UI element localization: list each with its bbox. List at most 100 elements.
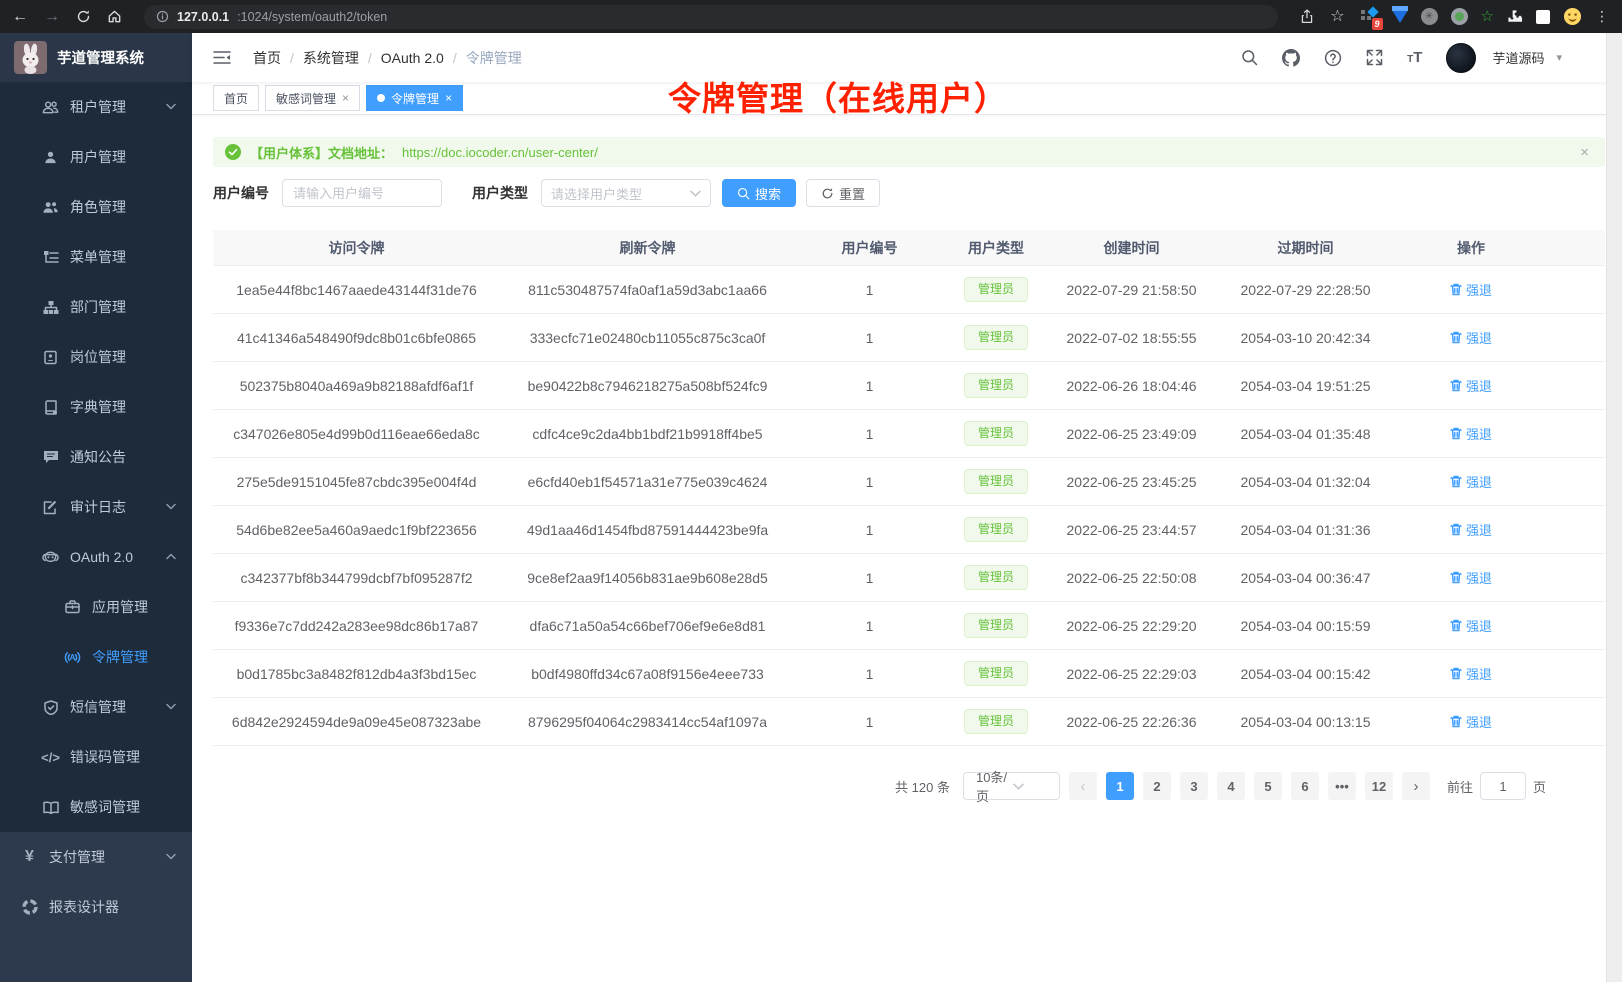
close-icon[interactable]: × bbox=[1580, 144, 1589, 161]
broadcast-a-icon: A bbox=[64, 651, 81, 664]
force-logout-button[interactable]: 强退 bbox=[1450, 280, 1492, 299]
search-button[interactable]: 搜索 bbox=[722, 179, 796, 207]
trash-icon bbox=[1450, 283, 1462, 296]
help-icon[interactable] bbox=[1316, 49, 1350, 67]
user-id: 1 bbox=[795, 714, 944, 730]
tab-home[interactable]: 首页 bbox=[213, 85, 259, 111]
sidebar-item-errcode[interactable]: </> 错误码管理 bbox=[0, 732, 192, 782]
fullscreen-icon[interactable] bbox=[1358, 49, 1391, 66]
page-scrollbar[interactable] bbox=[1606, 33, 1622, 982]
force-logout-button[interactable]: 强退 bbox=[1450, 616, 1492, 635]
page-button[interactable]: 4 bbox=[1217, 772, 1245, 800]
breadcrumb-separator: / bbox=[368, 50, 372, 66]
page-button[interactable]: 6 bbox=[1291, 772, 1319, 800]
force-logout-button[interactable]: 强退 bbox=[1450, 568, 1492, 587]
site-info-icon[interactable] bbox=[156, 10, 169, 23]
breadcrumb-system[interactable]: 系统管理 bbox=[303, 48, 359, 68]
page-button[interactable]: 12 bbox=[1365, 772, 1393, 800]
extension-badge: 9 bbox=[1372, 18, 1383, 30]
expire-time: 2054-03-04 00:15:42 bbox=[1215, 666, 1396, 682]
sidebar-item-dict[interactable]: 字典管理 bbox=[0, 382, 192, 432]
sidebar-item-notice[interactable]: 通知公告 bbox=[0, 432, 192, 482]
back-icon[interactable]: ← bbox=[12, 9, 28, 25]
bookmark-star-icon[interactable]: ☆ bbox=[1330, 9, 1344, 25]
force-logout-button[interactable]: 强退 bbox=[1450, 664, 1492, 683]
sidebar-item-oauth-token[interactable]: A 令牌管理 bbox=[0, 632, 192, 682]
gray-extension-icon[interactable]: ✳ bbox=[1421, 8, 1438, 25]
url-bar[interactable]: 127.0.0.1:1024/system/oauth2/token bbox=[144, 5, 1278, 29]
close-icon[interactable]: × bbox=[342, 91, 349, 105]
browser-menu-icon[interactable]: ⋮ bbox=[1595, 8, 1610, 25]
chevron-down-icon bbox=[166, 103, 176, 110]
sidebar-item-audit[interactable]: 审计日志 bbox=[0, 482, 192, 532]
tab-token-management[interactable]: 令牌管理 × bbox=[366, 85, 463, 111]
user-id-input[interactable] bbox=[282, 179, 442, 207]
force-logout-button[interactable]: 强退 bbox=[1450, 424, 1492, 443]
main-area: 首页 / 系统管理 / OAuth 2.0 / 令牌管理 bbox=[192, 33, 1622, 982]
sidebar-item-pay[interactable]: ¥ 支付管理 bbox=[0, 832, 192, 882]
split-screen-icon[interactable] bbox=[1536, 10, 1550, 24]
total-count: 共 120 条 bbox=[895, 777, 950, 796]
breadcrumb-oauth[interactable]: OAuth 2.0 bbox=[381, 50, 444, 66]
sidebar-item-oauth[interactable]: OAuth 2.0 bbox=[0, 532, 192, 582]
font-size-icon[interactable]: TT bbox=[1399, 49, 1430, 66]
reset-button[interactable]: 重置 bbox=[806, 179, 880, 207]
chevron-down-icon bbox=[690, 190, 701, 197]
puzzle-extensions-icon[interactable] bbox=[1507, 9, 1523, 25]
emoji-extension-icon[interactable] bbox=[1563, 7, 1582, 26]
sidebar-item-sms[interactable]: 短信管理 bbox=[0, 682, 192, 732]
tab-sensitive-words[interactable]: 敏感词管理 × bbox=[265, 85, 360, 111]
trash-icon bbox=[1450, 427, 1462, 440]
table-row: 6d842e2924594de9a09e45e087323abe 8796295… bbox=[213, 698, 1605, 746]
sidebar-item-role[interactable]: 角色管理 bbox=[0, 182, 192, 232]
app-logo-bar[interactable]: 芋道管理系统 bbox=[0, 33, 192, 82]
avatar[interactable] bbox=[1446, 43, 1476, 73]
page-size-select[interactable]: 10条/页 bbox=[963, 772, 1060, 800]
search-icon[interactable] bbox=[1233, 49, 1266, 66]
dot-extension-icon[interactable] bbox=[1451, 8, 1468, 25]
user-type-badge: 管理员 bbox=[964, 565, 1028, 589]
collapse-sidebar-icon[interactable] bbox=[207, 50, 237, 65]
table-header: 访问令牌 刷新令牌 用户编号 用户类型 创建时间 过期时间 操作 bbox=[213, 230, 1605, 266]
user-caret-icon[interactable]: ▾ bbox=[1556, 51, 1562, 64]
sidebar-item-sensitive[interactable]: 敏感词管理 bbox=[0, 782, 192, 832]
forward-icon[interactable]: → bbox=[44, 9, 60, 25]
page-button[interactable]: 2 bbox=[1143, 772, 1171, 800]
share-icon[interactable] bbox=[1300, 9, 1314, 24]
breadcrumb-home[interactable]: 首页 bbox=[253, 48, 281, 68]
sidebar-item-dept[interactable]: 部门管理 bbox=[0, 282, 192, 332]
github-icon[interactable] bbox=[1274, 49, 1308, 67]
sidebar-item-tenant[interactable]: 租户管理 bbox=[0, 82, 192, 132]
sidebar-item-post[interactable]: 岗位管理 bbox=[0, 332, 192, 382]
sidebar-item-menu[interactable]: 菜单管理 bbox=[0, 232, 192, 282]
more-pages-icon[interactable]: ••• bbox=[1328, 772, 1356, 800]
next-page-button[interactable]: › bbox=[1402, 772, 1430, 800]
doc-link[interactable]: https://doc.iocoder.cn/user-center/ bbox=[402, 145, 598, 160]
content: 【用户体系】文档地址： https://doc.iocoder.cn/user-… bbox=[192, 115, 1622, 800]
user-id: 1 bbox=[795, 426, 944, 442]
prev-page-button[interactable]: ‹ bbox=[1069, 772, 1097, 800]
user-name[interactable]: 芋道源码 bbox=[1492, 48, 1544, 67]
reload-icon[interactable] bbox=[76, 9, 91, 24]
refresh-token: 811c530487574fa0af1a59d3abc1aa66 bbox=[500, 282, 795, 298]
close-icon[interactable]: × bbox=[445, 91, 452, 105]
force-logout-button[interactable]: 强退 bbox=[1450, 520, 1492, 539]
goto-page-input[interactable] bbox=[1480, 772, 1526, 800]
sidebar-item-user[interactable]: 用户管理 bbox=[0, 132, 192, 182]
segmented-circle-icon bbox=[21, 899, 38, 915]
sidebar-item-report-designer[interactable]: 报表设计器 bbox=[0, 882, 192, 932]
page-button[interactable]: 3 bbox=[1180, 772, 1208, 800]
force-logout-button[interactable]: 强退 bbox=[1450, 712, 1492, 731]
force-logout-button[interactable]: 强退 bbox=[1450, 376, 1492, 395]
page-button[interactable]: 5 bbox=[1254, 772, 1282, 800]
star-extension-icon[interactable]: ☆ bbox=[1481, 9, 1494, 24]
gem-extension-icon[interactable] bbox=[1392, 10, 1408, 23]
force-logout-button[interactable]: 强退 bbox=[1450, 472, 1492, 491]
extension-grid-icon[interactable]: 9 bbox=[1361, 8, 1379, 26]
home-icon[interactable] bbox=[107, 9, 122, 24]
user-type-select[interactable]: 请选择用户类型 bbox=[541, 179, 711, 207]
table-row: 41c41346a548490f9dc8b01c6bfe0865 333ecfc… bbox=[213, 314, 1605, 362]
sidebar-item-oauth-app[interactable]: 应用管理 bbox=[0, 582, 192, 632]
page-button[interactable]: 1 bbox=[1106, 772, 1134, 800]
force-logout-button[interactable]: 强退 bbox=[1450, 328, 1492, 347]
